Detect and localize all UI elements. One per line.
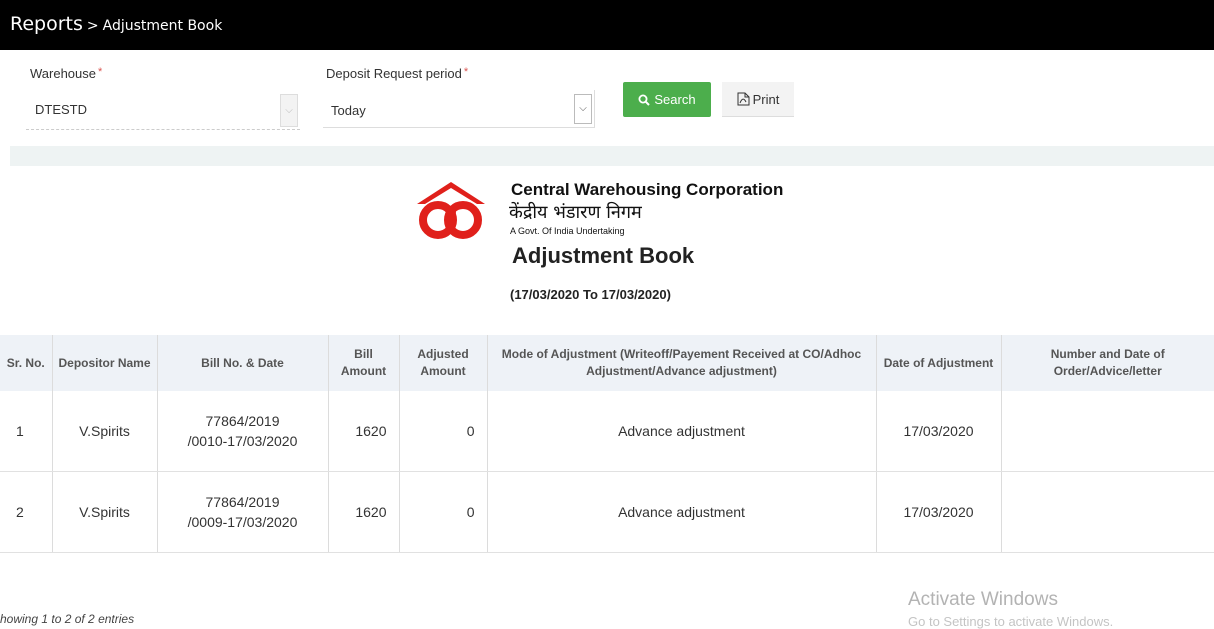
cell-date: 17/03/2020 — [875, 471, 1001, 553]
required-mark: * — [463, 66, 469, 78]
table-info-text: howing 1 to 2 of 2 entries — [0, 612, 135, 626]
report-title: Adjustment Book — [512, 243, 695, 268]
cell-adjusted-amount: 0 — [398, 391, 487, 472]
search-button-label: Search — [654, 92, 696, 107]
header-date-of-adjustment[interactable]: Date of Adjustment — [875, 335, 1001, 391]
table-row: 1 V.Spirits 77864/2019/0010-17/03/2020 1… — [0, 391, 1214, 472]
warehouse-label-text: Warehouse — [30, 66, 96, 81]
top-bar: Reports > Adjustment Book — [0, 0, 1214, 50]
cell-sr: 2 — [0, 471, 52, 553]
cell-bill-line2: /0010-17/03/2020 — [187, 433, 298, 449]
warehouse-label: Warehouse * — [30, 66, 102, 81]
header-sr-no[interactable]: Sr. No. — [0, 335, 52, 391]
table-row: 2 V.Spirits 77864/2019/0009-17/03/2020 1… — [0, 471, 1214, 553]
breadcrumb-current: Adjustment Book — [102, 18, 223, 34]
cell-bill: 77864/2019/0009-17/03/2020 — [156, 471, 328, 553]
cell-adjusted-amount: 0 — [398, 471, 487, 553]
cell-sr: 1 — [0, 391, 52, 472]
cell-bill-amount: 1620 — [327, 391, 399, 472]
cell-bill-amount: 1620 — [327, 471, 399, 553]
cell-order — [1000, 391, 1214, 472]
period-label: Deposit Request period * — [326, 66, 468, 81]
cell-mode: Advance adjustment — [486, 391, 876, 472]
header-bill-no-date[interactable]: Bill No. & Date — [156, 335, 328, 391]
activate-windows-subtext: Go to Settings to activate Windows. — [908, 614, 1114, 629]
warehouse-value: DTESTD — [35, 102, 87, 117]
cell-order — [1000, 471, 1214, 553]
header-depositor-name[interactable]: Depositor Name — [51, 335, 157, 391]
cell-bill: 77864/2019/0010-17/03/2020 — [156, 391, 328, 472]
breadcrumb-root[interactable]: Reports — [10, 13, 83, 35]
adjustment-table: Sr. No. Depositor Name Bill No. & Date B… — [0, 335, 1214, 553]
header-adjusted-amount[interactable]: Adjusted Amount — [398, 335, 487, 391]
search-icon — [638, 94, 651, 106]
cell-bill-line2: /0009-17/03/2020 — [187, 514, 298, 530]
org-name-hindi: केंद्रीय भंडारण निगम — [509, 202, 642, 223]
divider-band — [10, 146, 1214, 166]
period-select[interactable]: Today ⌵ — [323, 90, 595, 128]
required-mark: * — [98, 66, 103, 78]
cwc-logo — [417, 182, 485, 239]
header-mode-of-adjustment[interactable]: Mode of Adjustment (Writeoff/Payement Re… — [486, 335, 876, 391]
period-label-text: Deposit Request period — [326, 66, 462, 81]
org-tagline: A Govt. Of India Undertaking — [510, 226, 625, 236]
table-header-row: Sr. No. Depositor Name Bill No. & Date B… — [0, 335, 1214, 391]
chevron-down-icon[interactable]: ⌵ — [280, 94, 298, 127]
org-name: Central Warehousing Corporation — [511, 180, 784, 199]
header-bill-amount[interactable]: Bill Amount — [327, 335, 399, 391]
chevron-down-icon[interactable]: ⌵ — [574, 94, 592, 124]
pdf-icon — [737, 92, 750, 106]
period-value: Today — [331, 103, 366, 118]
activate-windows-watermark: Activate Windows — [908, 589, 1058, 610]
warehouse-select[interactable]: DTESTD ⌵ — [26, 90, 300, 130]
cell-date: 17/03/2020 — [875, 391, 1001, 472]
search-button[interactable]: Search — [623, 82, 711, 117]
header-order-advice-letter[interactable]: Number and Date of Order/Advice/letter — [1000, 335, 1214, 391]
cell-bill-line1: 77864/2019 — [205, 494, 280, 510]
report-period: (17/03/2020 To 17/03/2020) — [510, 287, 671, 302]
breadcrumb-separator: > — [86, 18, 99, 34]
print-button[interactable]: Print — [722, 82, 794, 117]
cell-mode: Advance adjustment — [486, 471, 876, 553]
print-button-label: Print — [752, 91, 780, 107]
cell-bill-line1: 77864/2019 — [205, 413, 280, 429]
cell-depositor: V.Spirits — [51, 391, 157, 472]
breadcrumb: Reports > Adjustment Book — [10, 13, 222, 35]
cell-depositor: V.Spirits — [51, 471, 157, 553]
